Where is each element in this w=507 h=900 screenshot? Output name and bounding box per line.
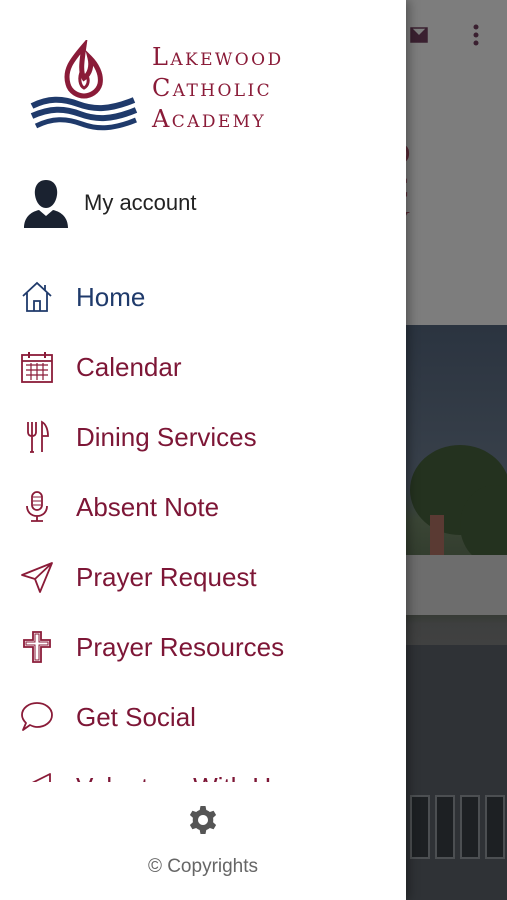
fork-knife-icon	[27, 420, 49, 453]
menu-item-dining-services[interactable]: Dining Services	[0, 402, 406, 472]
menu-item-home[interactable]: Home	[0, 262, 406, 332]
megaphone-icon	[31, 773, 51, 782]
menu-item-label: Home	[76, 281, 146, 312]
calendar-icon	[21, 352, 53, 383]
school-name: Lakewood Catholic Academy	[152, 42, 284, 135]
menu-item-volunteer[interactable]: Volunteer With Us	[0, 752, 406, 782]
cross-icon	[23, 631, 51, 663]
menu-item-label: Prayer Resources	[76, 631, 285, 662]
my-account-link[interactable]: My account	[22, 178, 197, 228]
menu-item-label: Absent Note	[76, 491, 220, 522]
menu-item-absent-note[interactable]: Absent Note	[0, 472, 406, 542]
house-icon	[22, 281, 52, 312]
menu-item-prayer-request[interactable]: Prayer Request	[0, 542, 406, 612]
background-toolbar	[409, 24, 479, 46]
flame-over-waves-icon	[30, 40, 138, 131]
menu-item-label: Get Social	[76, 701, 196, 732]
my-account-label: My account	[84, 190, 197, 215]
copyright-text: © Copyrights	[147, 856, 259, 877]
menu-item-label: Calendar	[76, 351, 182, 382]
navigation-drawer: Lakewood Catholic Academy My account Hom…	[0, 0, 406, 900]
menu-item-calendar[interactable]: Calendar	[0, 332, 406, 402]
school-name-line-1: Lakewood	[152, 43, 284, 71]
microphone-icon	[26, 491, 48, 522]
menu-item-label: Dining Services	[76, 421, 257, 452]
drawer-menu: Home Calendar Dining Services Absent Not…	[0, 262, 406, 782]
more-vertical-icon[interactable]	[473, 24, 479, 46]
menu-item-get-social[interactable]: Get Social	[0, 682, 406, 752]
paper-plane-icon	[21, 562, 53, 593]
school-name-line-2: Catholic	[152, 74, 273, 102]
menu-item-label: Volunteer With Us	[76, 772, 284, 783]
mail-icon[interactable]	[409, 26, 429, 44]
menu-item-prayer-resources[interactable]: Prayer Resources	[0, 612, 406, 682]
drawer-footer: © Copyrights	[0, 790, 406, 900]
person-silhouette-icon	[24, 180, 68, 228]
gear-icon[interactable]	[187, 804, 219, 836]
menu-item-label: Prayer Request	[76, 561, 257, 592]
school-logo: Lakewood Catholic Academy	[28, 38, 358, 138]
school-name-line-3: Academy	[152, 105, 267, 133]
speech-bubble-icon	[21, 702, 53, 731]
